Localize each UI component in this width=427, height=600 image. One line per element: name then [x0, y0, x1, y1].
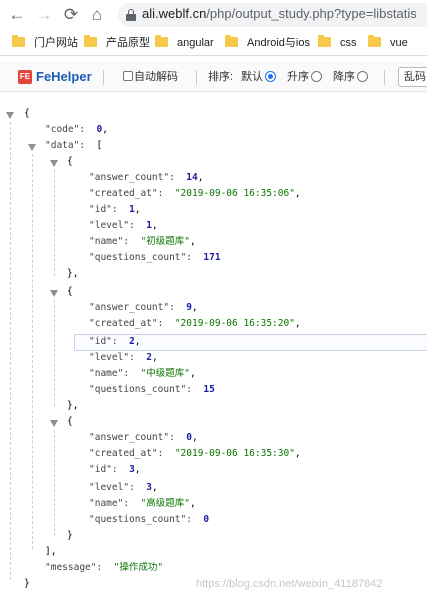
bookmark-item[interactable]: vue [368, 35, 408, 51]
collapse-icon[interactable] [28, 144, 36, 151]
json-row: "id": 3, [89, 464, 141, 475]
object-open-brace: { [67, 416, 73, 427]
bookmarks-bar: 门户网站 产品原型 angular Android与ios css vue [0, 30, 427, 56]
home-icon[interactable]: ⌂ [86, 4, 108, 26]
root-open-brace: { [24, 108, 30, 119]
fehelper-toolbar: FE FeHelper 自动解码 排序: 默认 升序 降序 乱码 [0, 62, 427, 92]
json-row-data: "data": [ [45, 140, 103, 151]
json-row: "level": 2, [89, 352, 158, 363]
fehelper-title: FeHelper [36, 69, 92, 84]
checkbox-icon[interactable] [123, 71, 133, 81]
bookmark-item[interactable]: angular [155, 35, 214, 51]
collapse-icon[interactable] [50, 420, 58, 427]
object-close-brace: } [67, 530, 73, 541]
divider [384, 70, 385, 85]
json-row: "id": 2, [89, 336, 141, 347]
folder-icon [84, 35, 97, 47]
object-close-brace: }, [67, 268, 79, 279]
json-row: "name": "中级题库", [89, 368, 196, 379]
json-row: "questions_count": 171 [89, 252, 221, 263]
json-row: "answer_count": 14, [89, 172, 204, 183]
json-row: "questions_count": 0 [89, 514, 210, 525]
watermark: https://blog.csdn.net/weixin_41187842 [196, 578, 383, 590]
json-row: "name": "高级题库", [89, 498, 196, 509]
root-close-brace: } [24, 578, 30, 589]
json-row: "level": 3, [89, 482, 158, 493]
collapse-icon[interactable] [6, 112, 14, 119]
json-row: "answer_count": 0, [89, 432, 198, 443]
sort-default-radio[interactable]: 默认 [241, 70, 276, 84]
json-row: "created_at": "2019-09-06 16:35:20", [89, 318, 301, 329]
radio-icon[interactable] [311, 71, 322, 82]
object-close-brace: }, [67, 400, 79, 411]
url-field[interactable]: ali.weblf.cn/php/output_study.php?type=l… [118, 3, 427, 27]
json-row: "name": "初级题库", [89, 236, 196, 247]
sort-label: 排序: [208, 71, 234, 83]
url-text: ali.weblf.cn/php/output_study.php?type=l… [142, 6, 417, 21]
folder-icon [225, 35, 238, 47]
indent-guide [10, 122, 11, 580]
bookmark-item[interactable]: css [318, 35, 357, 51]
sort-desc-radio[interactable]: 降序 [333, 70, 368, 84]
object-open-brace: { [67, 286, 73, 297]
object-open-brace: { [67, 156, 73, 167]
radio-icon[interactable] [357, 71, 368, 82]
collapse-icon[interactable] [50, 290, 58, 297]
json-row-message: "message": "操作成功" [45, 562, 164, 573]
json-row: "questions_count": 15 [89, 384, 215, 395]
bookmark-item[interactable]: 门户网站 [12, 35, 78, 51]
divider [103, 70, 104, 85]
radio-selected-icon[interactable] [265, 71, 276, 82]
lock-icon [126, 9, 136, 21]
json-row: "id": 1, [89, 204, 141, 215]
folder-icon [155, 35, 168, 47]
indent-guide [32, 154, 33, 549]
fehelper-logo-icon: FE [18, 70, 32, 84]
sort-asc-radio[interactable]: 升序 [287, 70, 322, 84]
address-bar: ← → ⟳ ⌂ ali.weblf.cn/php/output_study.ph… [0, 0, 427, 30]
divider [196, 70, 197, 85]
folder-icon [368, 35, 381, 47]
json-tree: { "code": 0, "data": [ { "answer_count":… [0, 92, 427, 600]
forward-icon[interactable]: → [33, 4, 55, 26]
json-row-code: "code": 0, [45, 124, 108, 135]
indent-guide [54, 170, 55, 276]
garbled-fix-button[interactable]: 乱码 [398, 67, 427, 87]
array-close-bracket: ], [45, 546, 57, 557]
folder-icon [318, 35, 331, 47]
json-row: "answer_count": 9, [89, 302, 198, 313]
json-row: "created_at": "2019-09-06 16:35:06", [89, 188, 301, 199]
bookmark-item[interactable]: Android与ios [225, 35, 310, 51]
json-row: "level": 1, [89, 220, 158, 231]
indent-guide [54, 300, 55, 406]
auto-decode-checkbox[interactable]: 自动解码 [123, 70, 178, 84]
back-icon[interactable]: ← [6, 4, 28, 26]
bookmark-item[interactable]: 产品原型 [84, 35, 150, 51]
json-row: "created_at": "2019-09-06 16:35:30", [89, 448, 301, 459]
reload-icon[interactable]: ⟳ [60, 4, 82, 26]
indent-guide [54, 430, 55, 536]
folder-icon [12, 35, 25, 47]
collapse-icon[interactable] [50, 160, 58, 167]
